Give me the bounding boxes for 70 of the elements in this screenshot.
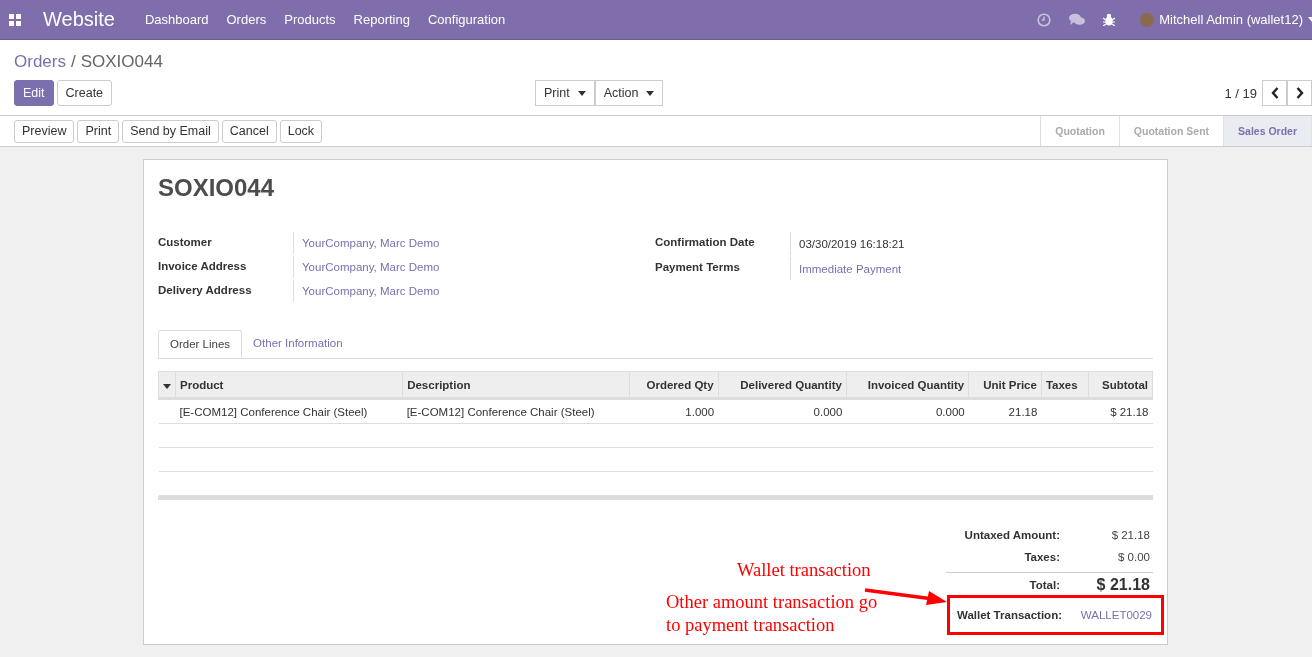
clock-icon[interactable]: [1037, 12, 1052, 27]
field-link[interactable]: YourCompany, Marc Demo: [293, 256, 653, 278]
annotation-text: Wallet transaction: [737, 559, 871, 582]
total-value: $ 21.18: [1110, 529, 1151, 541]
caret-icon: [646, 90, 655, 96]
column-header[interactable]: Delivered Quantity: [718, 371, 847, 399]
column-header[interactable]: Description: [402, 371, 630, 399]
form-button[interactable]: Edit: [14, 80, 54, 106]
annotation-text: Other amount transaction go to payment transaction: [666, 591, 879, 637]
table-cell: 0.000: [846, 398, 969, 424]
total-value: $ 21.18: [1095, 576, 1151, 594]
table-cell: [E-COM12] Conference Chair (Steel): [175, 398, 403, 424]
breadcrumb-link[interactable]: Orders: [14, 52, 66, 71]
column-header[interactable]: Product: [175, 371, 403, 399]
sort-caret-icon[interactable]: [163, 383, 171, 389]
app-name: Website: [43, 8, 115, 31]
chevron-left-icon[interactable]: [1270, 87, 1279, 99]
field-label: Confirmation Date: [655, 235, 756, 250]
tab[interactable]: Order Lines: [158, 330, 243, 358]
field-link[interactable]: YourCompany, Marc Demo: [293, 232, 653, 254]
column-header[interactable]: Unit Price: [968, 371, 1042, 399]
field-label: Invoice Address: [158, 259, 248, 274]
tab[interactable]: Other Information: [242, 330, 354, 358]
chevron-right-icon[interactable]: [1295, 87, 1304, 99]
apps-menu-icon[interactable]: [9, 13, 21, 26]
bug-icon[interactable]: [1103, 13, 1116, 26]
statusbar-button[interactable]: Send by Email: [122, 119, 219, 143]
column-header[interactable]: Invoiced Quantity: [846, 371, 969, 399]
previous-button[interactable]: [1262, 80, 1287, 106]
transaction-link[interactable]: WALLET0029: [1074, 609, 1161, 621]
statusbar-button[interactable]: Cancel: [221, 119, 277, 143]
statusbar-button[interactable]: Preview: [14, 119, 75, 143]
field-label: Payment Terms: [655, 260, 741, 275]
dropdown-button[interactable]: Print: [535, 80, 595, 106]
statusbar-button[interactable]: Print: [77, 119, 120, 143]
table-cell: 21.18: [968, 398, 1042, 424]
field-label: Customer: [158, 235, 213, 250]
column-header[interactable]: Subtotal: [1088, 371, 1153, 399]
column-header[interactable]: Ordered Qty: [629, 371, 719, 399]
column-header[interactable]: Taxes: [1041, 371, 1089, 399]
field-label: Delivery Address: [158, 283, 253, 298]
menu-item[interactable]: Dashboard: [144, 12, 209, 27]
total-label: Wallet Transaction:: [957, 609, 1063, 621]
table-cell: 0.000: [718, 398, 847, 424]
field-value: 03/30/2019 16:18:21: [790, 232, 1150, 255]
field-link[interactable]: YourCompany, Marc Demo: [293, 280, 653, 302]
record-title: SOXIO044: [158, 174, 276, 202]
chat-icon[interactable]: [1069, 13, 1086, 26]
menu-item[interactable]: Products: [284, 12, 336, 27]
dropdown-button[interactable]: Action: [594, 80, 664, 106]
total-label: Total:: [1028, 579, 1061, 591]
pager-counter: 1 / 19: [1224, 85, 1257, 101]
menu-item[interactable]: Configuration: [427, 12, 506, 27]
user-name[interactable]: Mitchell Admin (wallet12): [1159, 12, 1303, 27]
next-button[interactable]: [1287, 80, 1312, 106]
menu-item[interactable]: Orders: [226, 12, 267, 27]
table-cell: $ 21.18: [1088, 398, 1153, 424]
breadcrumb-current: SOXIO044: [80, 52, 163, 71]
menu-item[interactable]: Reporting: [353, 12, 410, 27]
caret-icon: [577, 90, 586, 96]
total-label: Untaxed Amount:: [963, 529, 1061, 541]
total-value: $ 0.00: [1117, 551, 1151, 563]
total-label: Taxes:: [1023, 551, 1061, 563]
table-cell: 1.000: [629, 398, 719, 424]
statusbar-button[interactable]: Lock: [279, 119, 323, 143]
form-button[interactable]: Create: [56, 80, 113, 106]
status-stage[interactable]: Sales Order: [1224, 116, 1312, 146]
breadcrumb-separator: /: [70, 52, 76, 71]
table-cell: [E-COM12] Conference Chair (Steel): [402, 398, 630, 424]
field-link[interactable]: Immediate Payment: [790, 257, 1150, 280]
